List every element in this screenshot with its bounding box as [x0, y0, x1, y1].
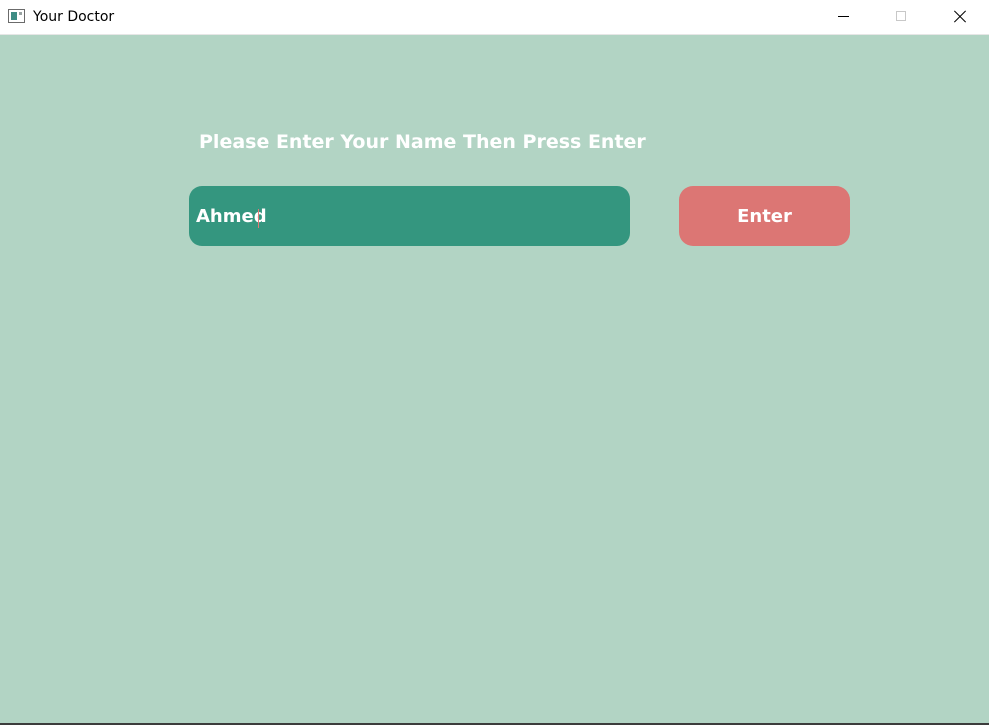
maximize-button[interactable] [873, 0, 931, 34]
app-window-icon [8, 9, 25, 23]
close-icon [954, 10, 966, 22]
minimize-icon [838, 16, 849, 17]
title-bar[interactable]: Your Doctor [0, 0, 989, 35]
enter-button[interactable]: Enter [679, 186, 850, 246]
instruction-label: Please Enter Your Name Then Press Enter [199, 131, 646, 153]
close-button[interactable] [931, 0, 989, 34]
maximize-icon [896, 11, 906, 21]
minimize-button[interactable] [815, 0, 873, 34]
main-panel: Please Enter Your Name Then Press Enter … [0, 35, 989, 723]
window-title: Your Doctor [33, 9, 115, 25]
text-cursor [258, 209, 259, 228]
name-input[interactable] [189, 186, 630, 246]
